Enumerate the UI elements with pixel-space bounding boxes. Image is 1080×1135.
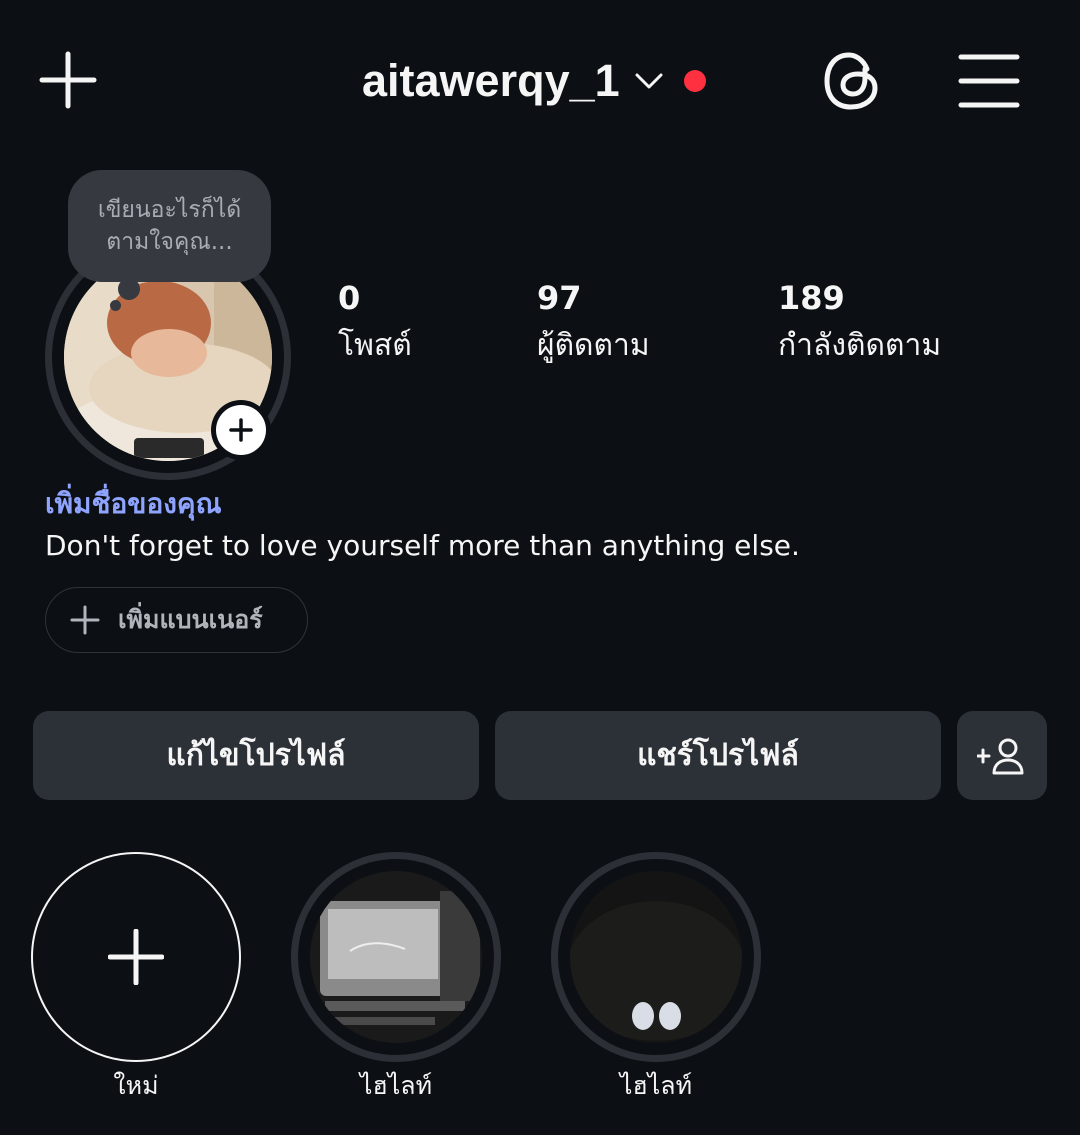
stat-posts[interactable]: 0 โพสต์ bbox=[338, 278, 412, 374]
note-tail bbox=[118, 278, 140, 300]
highlight-label: ไฮไลท์ bbox=[359, 1071, 433, 1100]
share-profile-button[interactable]: แชร์โปรไฟล์ bbox=[495, 711, 941, 800]
highlight-item[interactable] bbox=[291, 852, 501, 1062]
highlight-label: ใหม่ bbox=[113, 1071, 159, 1100]
bio-text: Don't forget to love yourself more than … bbox=[45, 529, 800, 562]
create-button[interactable] bbox=[38, 50, 98, 110]
stat-followers[interactable]: 97 ผู้ติดตาม bbox=[537, 278, 650, 374]
plus-icon bbox=[108, 929, 164, 985]
username: aitawerqy_1 bbox=[362, 55, 620, 106]
stat-label: โพสต์ bbox=[338, 328, 412, 363]
chevron-down-icon bbox=[635, 73, 663, 89]
highlight-item[interactable] bbox=[551, 852, 761, 1062]
stat-value: 97 bbox=[537, 279, 582, 317]
note-tail bbox=[110, 300, 121, 311]
add-banner-label: เพิ่มแบนเนอร์ bbox=[118, 605, 263, 634]
note-text-line1: เขียนอะไรก็ได้ bbox=[97, 197, 242, 223]
stat-label: กำลังติดตาม bbox=[778, 328, 942, 363]
new-highlight-button[interactable] bbox=[31, 852, 241, 1062]
stat-value: 0 bbox=[338, 279, 361, 317]
add-story-button[interactable] bbox=[211, 400, 271, 460]
discover-people-button[interactable] bbox=[957, 711, 1047, 800]
menu-button[interactable] bbox=[958, 50, 1020, 112]
note-text-line2: ตามใจคุณ... bbox=[106, 229, 233, 255]
plus-icon bbox=[229, 418, 253, 442]
threads-icon bbox=[824, 52, 878, 110]
menu-icon bbox=[958, 54, 1020, 108]
highlight-cover bbox=[570, 871, 742, 1043]
stat-label: ผู้ติดตาม bbox=[537, 328, 650, 363]
note-bubble[interactable]: เขียนอะไรก็ได้ ตามใจคุณ... bbox=[68, 170, 271, 282]
add-person-icon bbox=[977, 738, 1024, 774]
plus-icon bbox=[70, 605, 100, 635]
add-name-link[interactable]: เพิ่มชื่อของคุณ bbox=[45, 484, 222, 524]
notification-dot bbox=[683, 70, 706, 92]
stat-value: 189 bbox=[778, 279, 845, 317]
highlight-cover bbox=[310, 871, 482, 1043]
stat-following[interactable]: 189 กำลังติดตาม bbox=[778, 278, 941, 374]
account-switcher[interactable]: aitawerqy_1 bbox=[362, 50, 706, 112]
highlight-label: ไฮไลท์ bbox=[619, 1071, 693, 1100]
edit-profile-button[interactable]: แก้ไขโปรไฟล์ bbox=[33, 711, 479, 800]
share-profile-label: แชร์โปรไฟล์ bbox=[637, 738, 799, 773]
add-banner-button[interactable]: เพิ่มแบนเนอร์ bbox=[45, 587, 308, 653]
edit-profile-label: แก้ไขโปรไฟล์ bbox=[166, 738, 346, 773]
threads-button[interactable] bbox=[822, 50, 882, 112]
plus-icon bbox=[39, 51, 97, 109]
